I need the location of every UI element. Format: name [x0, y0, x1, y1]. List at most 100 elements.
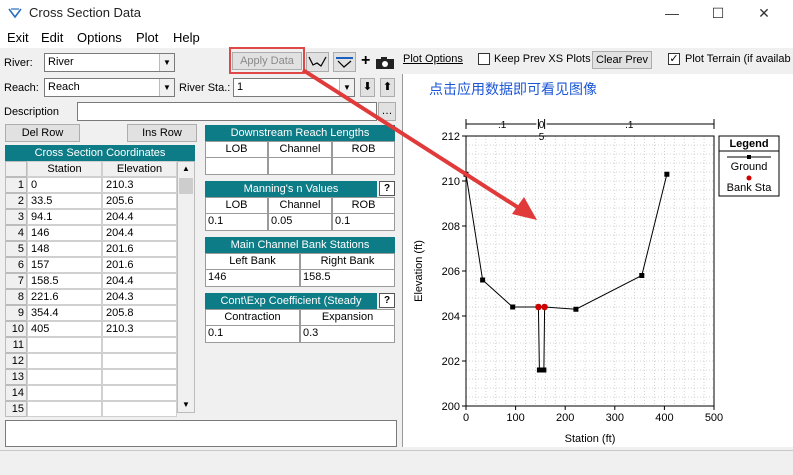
station-cell[interactable]: 157 — [27, 257, 102, 273]
scroll-thumb[interactable] — [179, 178, 193, 194]
plot-terrain-checkbox[interactable]: ✓ — [668, 53, 680, 65]
add-icon[interactable]: + — [361, 52, 370, 70]
y-axis-label: Elevation (ft) — [413, 240, 425, 302]
chart-series — [463, 171, 670, 373]
station-cell[interactable] — [27, 385, 102, 401]
clear-prev-button[interactable]: Clear Prev — [592, 51, 652, 69]
menu-plot[interactable]: Plot — [136, 30, 158, 45]
elevation-cell[interactable]: 204.4 — [102, 273, 177, 289]
station-cell[interactable]: 33.5 — [27, 193, 102, 209]
elevation-cell[interactable]: 204.4 — [102, 209, 177, 225]
elevation-cell[interactable] — [102, 401, 177, 417]
reach-marker-label: 0 — [539, 120, 545, 131]
station-cell[interactable] — [27, 369, 102, 385]
elevation-cell[interactable] — [102, 353, 177, 369]
elevation-cell[interactable]: 205.8 — [102, 305, 177, 321]
help-icon[interactable]: ? — [379, 181, 395, 196]
station-cell[interactable]: 0 — [27, 177, 102, 193]
elevation-cell[interactable] — [102, 369, 177, 385]
menu-exit[interactable]: Exit — [7, 30, 29, 45]
description-input[interactable] — [77, 102, 377, 121]
right-bank-input[interactable]: 158.5 — [300, 269, 395, 287]
elevation-cell[interactable]: 204.3 — [102, 289, 177, 305]
elevation-cell[interactable] — [102, 385, 177, 401]
scroll-up-icon[interactable]: ▲ — [178, 162, 194, 176]
menu-help[interactable]: Help — [173, 30, 200, 45]
water-surface-icon[interactable] — [333, 52, 356, 72]
row-number[interactable]: 8 — [5, 289, 27, 305]
close-button[interactable]: ✕ — [741, 0, 787, 26]
elevation-cell[interactable]: 205.6 — [102, 193, 177, 209]
row-number[interactable]: 12 — [5, 353, 27, 369]
station-cell[interactable]: 405 — [27, 321, 102, 337]
station-cell[interactable] — [27, 337, 102, 353]
arrow-up-icon[interactable]: ⬆ — [380, 78, 395, 97]
row-number[interactable]: 15 — [5, 401, 27, 417]
elevation-cell[interactable]: 204.4 — [102, 225, 177, 241]
row-number[interactable]: 4 — [5, 225, 27, 241]
chevron-down-icon[interactable]: ▼ — [159, 79, 174, 96]
legend-bank-label: Bank Sta — [727, 182, 773, 194]
apply-data-button[interactable]: Apply Data — [232, 52, 302, 70]
row-number[interactable]: 2 — [5, 193, 27, 209]
river-station-select[interactable]: 1 ▼ — [233, 78, 355, 97]
elevation-cell[interactable]: 201.6 — [102, 241, 177, 257]
row-number[interactable]: 1 — [5, 177, 27, 193]
chevron-down-icon[interactable]: ▼ — [339, 79, 354, 96]
arrow-down-icon[interactable]: ⬇ — [360, 78, 375, 97]
mannings-channel-input[interactable]: 0.05 — [268, 213, 332, 231]
camera-icon[interactable] — [375, 56, 395, 70]
menu-edit[interactable]: Edit — [41, 30, 63, 45]
help-icon[interactable]: ? — [379, 293, 395, 308]
plot-cross-section-icon[interactable] — [306, 52, 329, 72]
row-number[interactable]: 14 — [5, 385, 27, 401]
mannings-lob-input[interactable]: 0.1 — [205, 213, 268, 231]
menu-options[interactable]: Options — [77, 30, 122, 45]
del-row-button[interactable]: Del Row — [5, 124, 80, 142]
reach-rob-input[interactable] — [332, 157, 395, 175]
row-number[interactable]: 9 — [5, 305, 27, 321]
row-number[interactable]: 7 — [5, 273, 27, 289]
station-cell[interactable]: 354.4 — [27, 305, 102, 321]
x-tick-label: 200 — [556, 412, 574, 424]
elevation-cell[interactable]: 210.3 — [102, 321, 177, 337]
plot-options-link[interactable]: Plot Options — [403, 53, 463, 65]
reach-channel-input[interactable] — [268, 157, 332, 175]
reach-lob-input[interactable] — [205, 157, 268, 175]
keep-prev-checkbox[interactable] — [478, 53, 490, 65]
maximize-button[interactable]: ☐ — [695, 0, 741, 26]
row-number[interactable]: 6 — [5, 257, 27, 273]
station-cell[interactable] — [27, 353, 102, 369]
contraction-header: Contraction — [205, 309, 300, 326]
station-cell[interactable]: 148 — [27, 241, 102, 257]
station-cell[interactable]: 221.6 — [27, 289, 102, 305]
expansion-input[interactable]: 0.3 — [300, 325, 395, 343]
mannings-rob-input[interactable]: 0.1 — [332, 213, 395, 231]
elevation-cell[interactable]: 201.6 — [102, 257, 177, 273]
station-cell[interactable]: 94.1 — [27, 209, 102, 225]
description-more-button[interactable]: … — [378, 102, 396, 121]
elevation-cell[interactable]: 210.3 — [102, 177, 177, 193]
contraction-input[interactable]: 0.1 — [205, 325, 300, 343]
row-number[interactable]: 10 — [5, 321, 27, 337]
station-cell[interactable] — [27, 401, 102, 417]
legend-bank-marker — [746, 175, 752, 181]
row-number[interactable]: 11 — [5, 337, 27, 353]
minimize-button[interactable]: — — [649, 0, 695, 26]
chevron-down-icon[interactable]: ▼ — [159, 54, 174, 71]
chart-axes: 0 100 200 300 400 500 200 202 204 206 208 210 212 Sta… — [413, 131, 723, 445]
annotation-text: 点击应用数据即可看见图像 — [429, 81, 597, 97]
ins-row-button[interactable]: Ins Row — [127, 124, 197, 142]
river-select[interactable]: River ▼ — [44, 53, 175, 72]
station-cell[interactable]: 158.5 — [27, 273, 102, 289]
reach-select[interactable]: Reach ▼ — [44, 78, 175, 97]
row-number[interactable]: 5 — [5, 241, 27, 257]
left-bank-input[interactable]: 146 — [205, 269, 300, 287]
elevation-cell[interactable] — [102, 337, 177, 353]
scroll-down-icon[interactable]: ▼ — [178, 398, 194, 412]
row-number[interactable]: 13 — [5, 369, 27, 385]
station-cell[interactable]: 146 — [27, 225, 102, 241]
table-scrollbar[interactable]: ▲ ▼ — [177, 161, 195, 413]
row-number[interactable]: 3 — [5, 209, 27, 225]
ground-point — [573, 306, 579, 312]
